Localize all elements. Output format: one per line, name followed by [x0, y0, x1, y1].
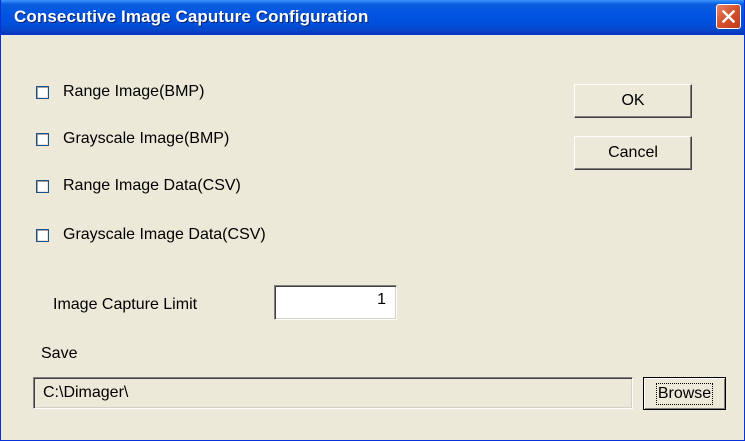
checkbox-label: Range Image Data(CSV): [63, 177, 241, 194]
ok-button[interactable]: OK: [574, 84, 692, 118]
checkbox-label: Grayscale Image Data(CSV): [63, 226, 266, 243]
browse-button-label: Browse: [655, 382, 714, 405]
checkbox-icon[interactable]: [36, 179, 49, 193]
title-bar[interactable]: Consecutive Image Caputure Configuration: [1, 0, 744, 35]
range-image-data-csv-checkbox[interactable]: Range Image Data(CSV): [36, 175, 241, 197]
checkbox-icon[interactable]: [36, 132, 49, 146]
checkbox-label: Range Image(BMP): [63, 83, 205, 100]
checkbox-label: Grayscale Image(BMP): [63, 130, 230, 147]
close-icon: [722, 10, 735, 23]
range-image-bmp-checkbox[interactable]: Range Image(BMP): [36, 81, 204, 103]
grayscale-image-bmp-checkbox[interactable]: Grayscale Image(BMP): [36, 128, 229, 150]
save-path-field[interactable]: C:\Dimager\: [33, 377, 633, 409]
checkbox-icon[interactable]: [36, 85, 49, 99]
close-button[interactable]: [716, 4, 741, 29]
save-label: Save: [41, 345, 78, 362]
image-capture-limit-label: Image Capture Limit: [53, 296, 198, 313]
image-capture-limit-input[interactable]: 1: [274, 285, 397, 320]
grayscale-image-data-csv-checkbox[interactable]: Grayscale Image Data(CSV): [36, 224, 266, 246]
cancel-button[interactable]: Cancel: [574, 136, 692, 170]
window-title: Consecutive Image Caputure Configuration: [14, 7, 369, 26]
dialog-window: Consecutive Image Caputure Configuration…: [0, 0, 745, 441]
browse-button[interactable]: Browse: [643, 377, 726, 410]
checkbox-icon[interactable]: [36, 228, 49, 242]
